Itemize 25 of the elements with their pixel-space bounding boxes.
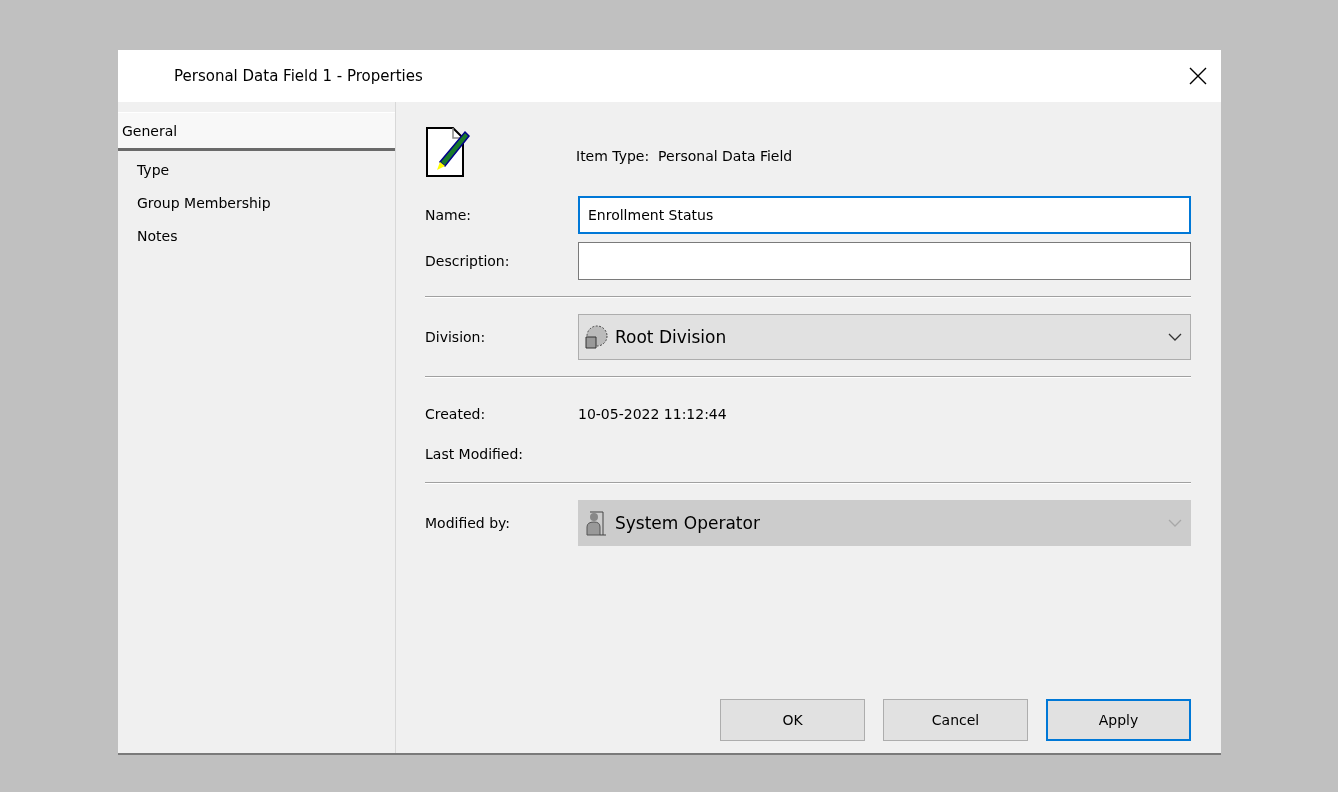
description-field[interactable] xyxy=(578,242,1191,280)
division-dropdown[interactable]: Root Division xyxy=(578,314,1191,360)
field-label: Name: xyxy=(425,207,473,223)
created-value: 10-05-2022 11:12:44 xyxy=(578,406,727,422)
sidebar-item[interactable]: Group Membership xyxy=(118,186,395,219)
window-title: Personal Data Field 1 - Properties xyxy=(174,67,423,85)
cancel-button[interactable]: Cancel xyxy=(883,699,1028,741)
ok-button[interactable]: OK xyxy=(720,699,865,741)
field-label: Modified by: xyxy=(425,515,512,531)
document-pencil-icon xyxy=(425,126,470,178)
name-field[interactable]: Enrollment Status xyxy=(578,196,1191,234)
item-type-text: Item Type: Personal Data Field xyxy=(576,148,793,166)
field-label: Last Modified: xyxy=(425,446,525,462)
sidebar-item[interactable]: General xyxy=(118,112,395,151)
apply-button[interactable]: Apply xyxy=(1046,699,1191,741)
close-icon xyxy=(1189,67,1207,85)
sidebar-item[interactable]: Type xyxy=(118,153,395,186)
pie-icon xyxy=(583,324,609,350)
field-label: Created: xyxy=(425,406,487,422)
chevron-down-icon xyxy=(1168,332,1182,342)
sidebar-item[interactable]: Notes xyxy=(118,219,395,252)
person-icon xyxy=(583,509,609,537)
field-label: Division: xyxy=(425,329,487,345)
field-label: Description: xyxy=(425,253,511,269)
chevron-down-icon xyxy=(1168,518,1182,528)
